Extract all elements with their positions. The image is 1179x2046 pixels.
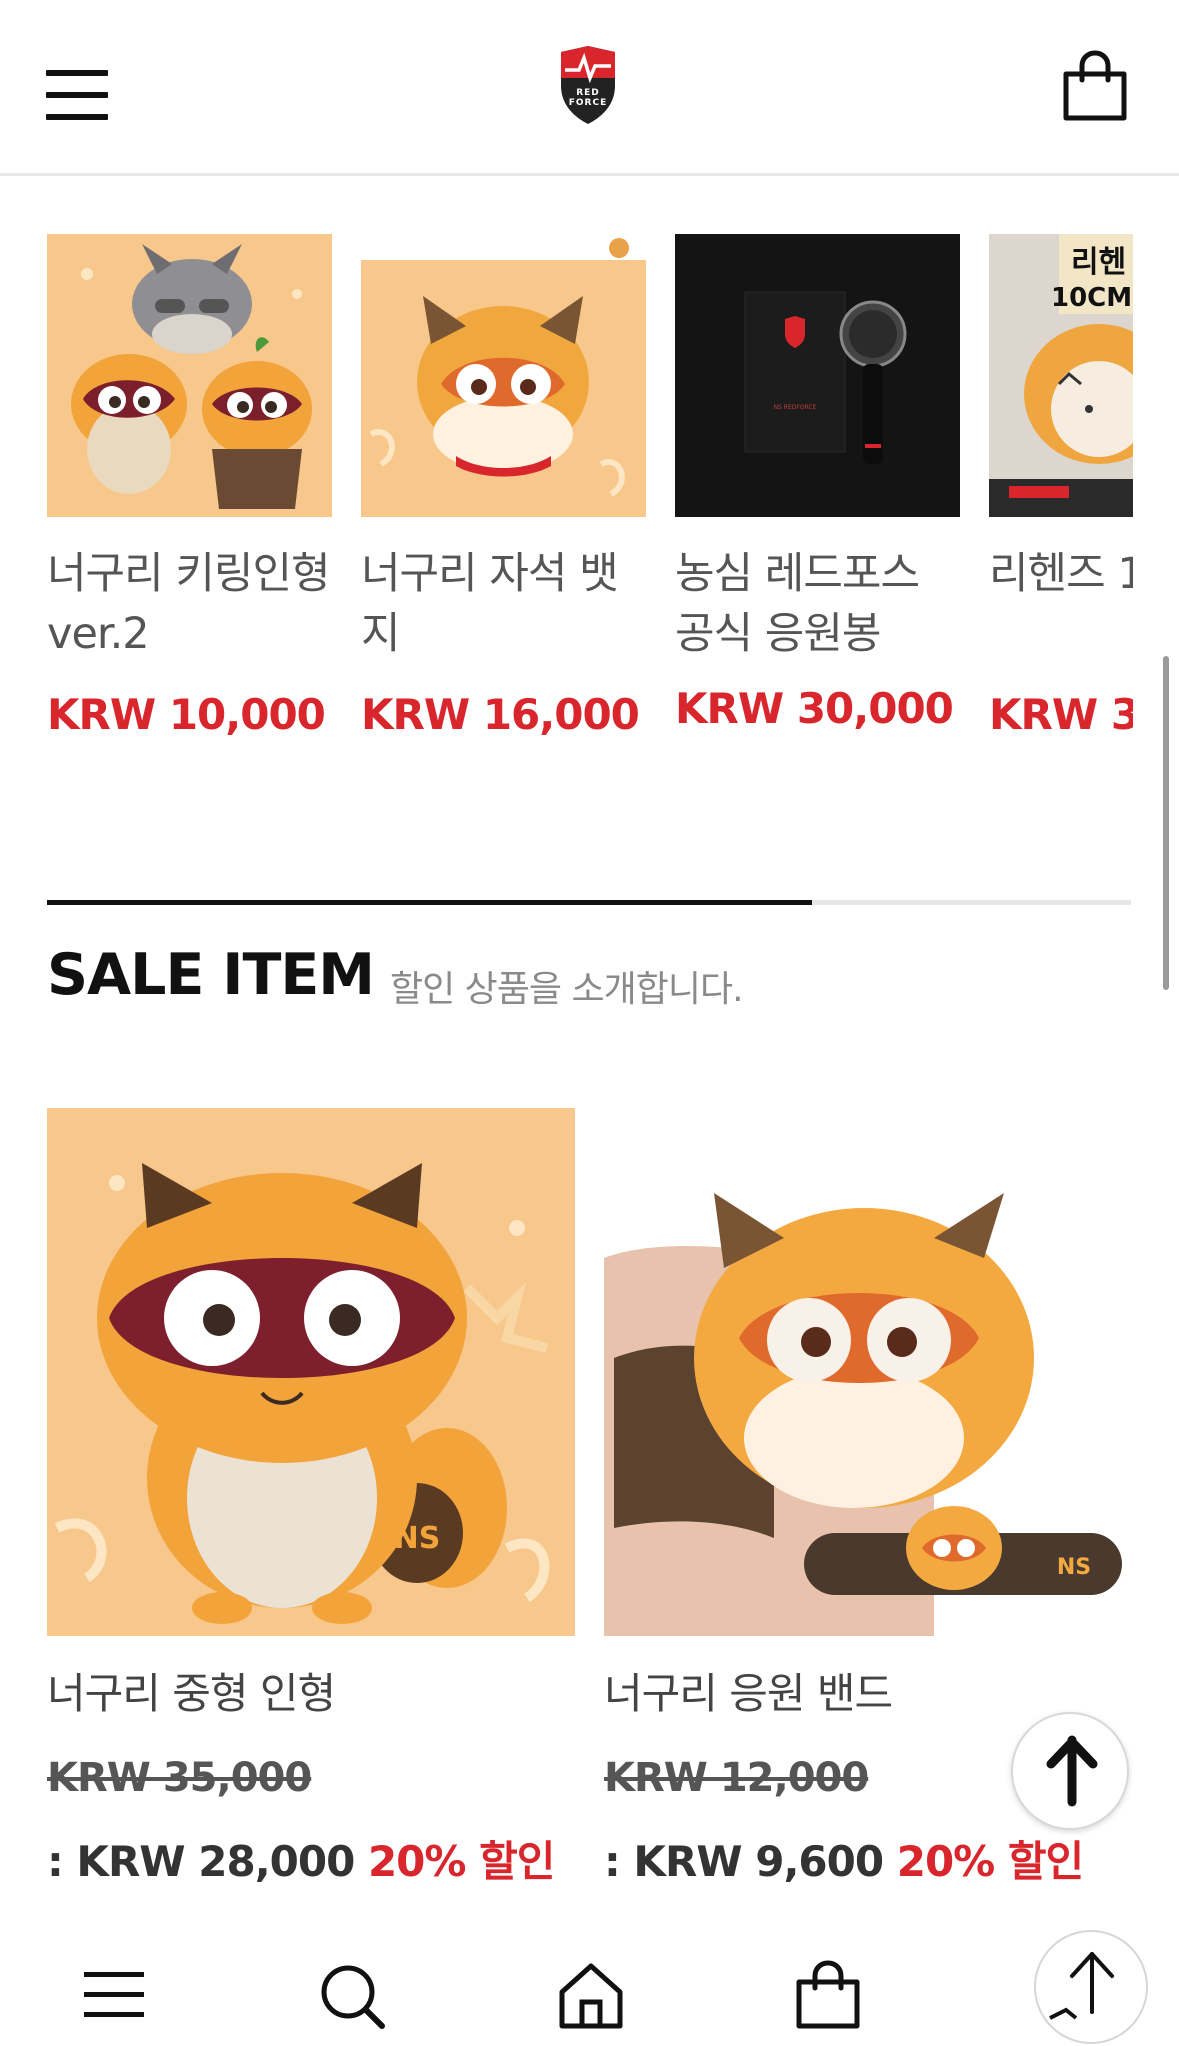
product-image[interactable] (361, 234, 646, 517)
sale-current-price: : KRW 28,000 20% 할인 (47, 1828, 555, 1889)
product-price: KRW 10,000 (47, 690, 326, 739)
menu-icon[interactable] (80, 1960, 150, 2030)
sign-text: 리헨 (1071, 245, 1126, 280)
product-image[interactable]: 리헨 10CM (989, 234, 1133, 517)
hamburger-menu-icon[interactable] (46, 70, 108, 120)
band-badge: NS (1057, 1555, 1091, 1580)
scroll-top-button[interactable] (1034, 1930, 1148, 2044)
bottom-navigation (0, 1932, 1179, 2046)
arrow-up-icon (1049, 1952, 1114, 2020)
product-carousel[interactable]: 너구리 키링인형 ver.2 KRW 10,000 너구리 자석 뱃지 KRW … (47, 234, 1133, 774)
product-name[interactable]: 농심 레드포스 공식 응원봉 (675, 544, 960, 664)
home-icon[interactable] (556, 1960, 626, 2030)
product-name[interactable]: 너구리 키링인형 ver.2 (47, 544, 332, 664)
sale-product-image[interactable]: NS (604, 1108, 1132, 1636)
discount-label: 20% 할인 (367, 1837, 555, 1886)
box-label: NS REDFORCE (774, 404, 817, 411)
sale-price-value: : KRW 9,600 (604, 1837, 884, 1886)
discount-label: 20% 할인 (896, 1837, 1084, 1886)
product-name[interactable]: 너구리 자석 뱃지 (361, 544, 646, 664)
sale-price-value: : KRW 28,000 (47, 1837, 355, 1886)
back-to-top-button[interactable] (1011, 1712, 1129, 1830)
logo-text: RED FORCE (568, 88, 608, 108)
shopping-bag-icon[interactable] (1060, 50, 1130, 122)
sign-text: 10CM (1051, 283, 1132, 313)
carousel-progress-fill (47, 900, 812, 905)
product-image[interactable]: NS REDFORCE (675, 234, 960, 517)
top-header: RED FORCE (0, 0, 1179, 176)
shopping-bag-icon[interactable] (793, 1960, 863, 2030)
product-name[interactable]: 리헨즈 1 인형 (989, 544, 1133, 604)
red-force-logo[interactable]: RED FORCE (555, 46, 621, 126)
sale-section-title: SALE ITEM (47, 942, 375, 1008)
sale-product-image[interactable]: NS (47, 1108, 575, 1636)
product-price: KRW 16,000 (361, 690, 640, 739)
sale-product-name[interactable]: 너구리 중형 인형 (47, 1660, 336, 1721)
product-price: KRW 3 (989, 690, 1133, 739)
product-image[interactable] (47, 234, 332, 517)
product-price: KRW 30,000 (675, 684, 954, 733)
sale-section-subtitle: 할인 상품을 소개합니다. (390, 969, 744, 1010)
arrow-up-icon (1046, 1735, 1098, 1807)
sale-original-price: KRW 35,000 (47, 1755, 312, 1801)
sale-current-price: : KRW 9,600 20% 할인 (604, 1828, 1084, 1889)
page-scrollbar[interactable] (1163, 656, 1169, 990)
sale-original-price: KRW 12,000 (604, 1755, 869, 1801)
sale-product-name[interactable]: 너구리 응원 밴드 (604, 1660, 893, 1721)
search-icon[interactable] (318, 1960, 388, 2030)
